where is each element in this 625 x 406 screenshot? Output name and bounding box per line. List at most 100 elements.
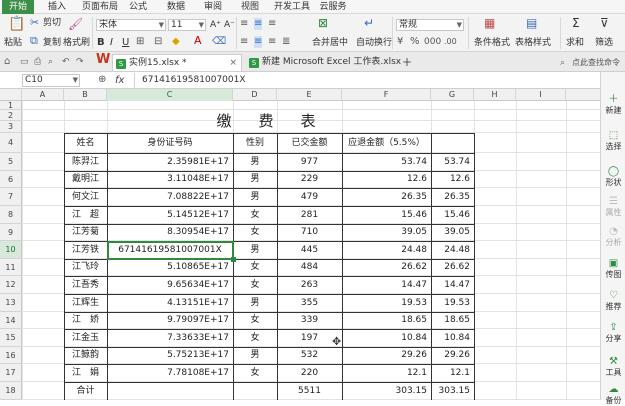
font-size-select[interactable]: 11 ▼ bbox=[168, 19, 206, 31]
font-color-icon[interactable]: A bbox=[194, 35, 202, 47]
decrease-font-icon[interactable]: A⁻ bbox=[224, 19, 235, 31]
tab-active-document[interactable]: S 实例15.xlsx * × bbox=[112, 54, 242, 71]
table-cell[interactable]: 江金玉 bbox=[64, 329, 107, 347]
table-cell[interactable]: 12.1 bbox=[342, 364, 431, 382]
table-cell[interactable]: 男 bbox=[233, 347, 277, 364]
thousands-icon[interactable]: 000 bbox=[424, 36, 441, 48]
table-cell[interactable]: 江鲸韵 bbox=[64, 347, 107, 364]
scissors-icon[interactable]: ✂ bbox=[30, 17, 39, 29]
table-cell[interactable]: 355 bbox=[277, 294, 342, 312]
table-cell[interactable]: 26.62 bbox=[342, 259, 431, 276]
table-cell[interactable]: 陈羿江 bbox=[64, 153, 107, 171]
row-header[interactable]: 11 bbox=[0, 259, 22, 276]
row-header[interactable]: 15 bbox=[0, 329, 22, 347]
side-panel-select[interactable]: ⬚ 选择 bbox=[601, 130, 625, 152]
row-header[interactable]: 16 bbox=[0, 347, 22, 364]
table-header-cell[interactable]: 姓名 bbox=[64, 133, 107, 153]
menu-tab-insert[interactable]: 插入 bbox=[42, 0, 72, 14]
table-cell[interactable]: 男 bbox=[233, 153, 277, 171]
row-header[interactable]: 10 bbox=[0, 241, 22, 259]
redo-icon[interactable]: ↷ bbox=[76, 56, 84, 68]
side-panel-analysis[interactable]: ◔ 分析 bbox=[601, 226, 625, 248]
total-cell[interactable] bbox=[107, 382, 233, 400]
table-cell[interactable]: 229 bbox=[277, 171, 342, 188]
row-header[interactable]: 1 bbox=[0, 101, 22, 110]
table-cell[interactable]: 18.65 bbox=[431, 312, 474, 329]
folder-icon[interactable]: ▭ bbox=[20, 56, 29, 68]
search-icon[interactable]: ⌕ bbox=[560, 57, 565, 69]
table-cell[interactable]: 10.84 bbox=[431, 329, 474, 347]
table-cell[interactable]: 女 bbox=[233, 259, 277, 276]
table-cell[interactable]: 5.10865E+17 bbox=[107, 259, 233, 276]
table-cell[interactable]: 男 bbox=[233, 188, 277, 206]
row-header[interactable]: 14 bbox=[0, 312, 22, 329]
conditional-format-button[interactable]: 条件格式 bbox=[474, 38, 510, 49]
table-cell[interactable]: 15.46 bbox=[342, 206, 431, 224]
zoom-icon[interactable]: ⊕ bbox=[98, 74, 106, 86]
tab-new-document[interactable]: S 新建 Microsoft Excel 工作表.xlsx bbox=[246, 54, 401, 71]
side-panel-new[interactable]: ＋新建 bbox=[601, 94, 625, 116]
format-painter-icon[interactable]: 🖌 bbox=[68, 18, 83, 30]
formula-input[interactable]: 671416195810070​01X bbox=[142, 75, 246, 86]
total-cell[interactable]: 5511 bbox=[277, 382, 342, 400]
table-cell[interactable]: 戴明江 bbox=[64, 171, 107, 188]
side-panel-shape[interactable]: ◯ 形状 bbox=[601, 166, 625, 188]
column-header-selected[interactable]: C bbox=[107, 89, 233, 101]
undo-icon[interactable]: ↶ bbox=[62, 56, 70, 68]
wrap-text-button[interactable]: 自动换行 bbox=[356, 38, 392, 49]
decimal-icon[interactable]: .00 bbox=[444, 36, 457, 48]
table-cell[interactable]: 男 bbox=[233, 171, 277, 188]
table-cell[interactable]: 339 bbox=[277, 312, 342, 329]
table-style-icon[interactable]: ▤ bbox=[526, 17, 537, 29]
currency-icon[interactable]: ¥ bbox=[397, 36, 403, 48]
total-cell[interactable] bbox=[233, 382, 277, 400]
side-panel-backup[interactable]: ☁ 备份 bbox=[601, 384, 625, 406]
align-middle-icon[interactable]: ≡ bbox=[254, 18, 263, 30]
row-header[interactable]: 3 bbox=[0, 121, 22, 133]
conditional-format-icon[interactable]: ▦ bbox=[484, 17, 495, 29]
name-box[interactable]: C10 ▼ bbox=[22, 74, 80, 87]
table-cell[interactable]: 5.75213E+17 bbox=[107, 347, 233, 364]
menu-tab-developer[interactable]: 开发工具 bbox=[272, 0, 312, 14]
table-cell[interactable]: 53.74 bbox=[342, 153, 431, 171]
table-cell[interactable]: 2.35981E+17 bbox=[107, 153, 233, 171]
fill-color-icon[interactable]: ◆ bbox=[172, 36, 180, 48]
command-search[interactable]: 点此查找命令 bbox=[572, 57, 620, 68]
table-cell[interactable]: 26.35 bbox=[342, 188, 431, 206]
column-header[interactable]: E bbox=[277, 89, 342, 101]
row-header[interactable]: 12 bbox=[0, 276, 22, 294]
menu-tab-view[interactable]: 视图 bbox=[236, 0, 264, 14]
row-header[interactable]: 17 bbox=[0, 364, 22, 382]
table-cell[interactable]: 江 娇 bbox=[64, 312, 107, 329]
menu-tab-formula[interactable]: 公式 bbox=[124, 0, 152, 14]
table-cell[interactable]: 15.46 bbox=[431, 206, 474, 224]
side-panel-upload-image[interactable]: ▣ 传图 bbox=[601, 258, 625, 280]
table-style-button[interactable]: 表格样式 bbox=[515, 38, 551, 49]
table-cell[interactable]: 53.74 bbox=[431, 153, 474, 171]
side-panel-share[interactable]: ⇪ 分享 bbox=[601, 322, 625, 344]
table-cell[interactable]: 江 娟 bbox=[64, 364, 107, 382]
table-cell[interactable]: 江芳菊 bbox=[64, 224, 107, 241]
table-cell[interactable]: 女 bbox=[233, 364, 277, 382]
table-cell[interactable]: 10.84 bbox=[342, 329, 431, 347]
align-center-icon[interactable]: ≡ bbox=[254, 36, 263, 48]
table-cell[interactable]: 26.35 bbox=[431, 188, 474, 206]
increase-font-icon[interactable]: A⁺ bbox=[210, 19, 221, 31]
row-header[interactable]: 13 bbox=[0, 294, 22, 312]
table-cell[interactable]: 女 bbox=[233, 276, 277, 294]
row-header[interactable]: 9 bbox=[0, 224, 22, 241]
total-cell[interactable]: 303.15 bbox=[342, 382, 431, 400]
preview-icon[interactable]: ⌕ bbox=[48, 56, 53, 68]
table-cell[interactable]: 29.26 bbox=[342, 347, 431, 364]
percent-icon[interactable]: % bbox=[410, 36, 420, 48]
table-cell[interactable]: 977 bbox=[277, 153, 342, 171]
table-cell[interactable]: 江吾秀 bbox=[64, 276, 107, 294]
table-cell[interactable]: 220 bbox=[277, 364, 342, 382]
table-cell[interactable]: 445 bbox=[277, 241, 342, 259]
table-cell[interactable]: 39.05 bbox=[431, 224, 474, 241]
table-cell[interactable]: 479 bbox=[277, 188, 342, 206]
add-tab-button[interactable]: + bbox=[402, 56, 412, 68]
filter-button[interactable]: 筛选 bbox=[595, 38, 613, 49]
close-icon[interactable]: × bbox=[229, 55, 237, 72]
menu-tab-home[interactable]: 开始 bbox=[2, 0, 34, 14]
